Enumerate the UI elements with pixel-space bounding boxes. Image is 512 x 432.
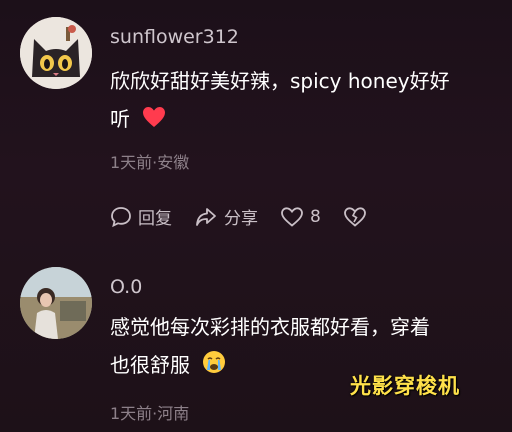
avatar[interactable] <box>20 17 92 89</box>
comment-line-text: 也很舒服 <box>110 353 190 377</box>
comment-item: O.0 感觉他每次彩排的衣服都好看，穿着 也很舒服 1天前·河南 <box>0 250 512 432</box>
like-count: 8 <box>310 206 321 227</box>
broken-heart-icon <box>343 206 366 227</box>
comment-meta: 1天前·安徽 <box>110 153 190 172</box>
like-button[interactable]: 8 <box>280 206 321 228</box>
cat-avatar-icon <box>20 17 92 89</box>
username[interactable]: O.0 <box>110 276 142 298</box>
share-label: 分享 <box>224 209 258 229</box>
watermark: 光影穿梭机 <box>350 374 460 398</box>
avatar[interactable] <box>20 267 92 339</box>
photo-avatar-icon <box>20 267 92 339</box>
comment-line: 感觉他每次彩排的衣服都好看，穿着 <box>110 315 430 339</box>
comment-item: sunflower312 欣欣好甜好美好辣，spicy honey好好 听 1天… <box>0 0 512 250</box>
comment-line: 听 <box>110 100 505 140</box>
comment-line: 欣欣好甜好美好辣，spicy honey好好 <box>110 69 450 93</box>
comment-text: 欣欣好甜好美好辣，spicy honey好好 听 <box>110 62 505 140</box>
heart-outline-icon <box>281 206 303 227</box>
reply-label: 回复 <box>138 209 172 229</box>
heart-emoji-icon <box>142 106 166 133</box>
crying-face-emoji-icon <box>202 350 226 379</box>
comment-line-text: 听 <box>110 107 130 131</box>
comment-meta: 1天前·河南 <box>110 404 190 423</box>
dislike-button[interactable] <box>343 206 373 228</box>
comment-bubble-icon <box>111 206 131 227</box>
share-button[interactable]: 分享 <box>194 204 258 229</box>
comment-actions: 回复 分享 8 <box>110 204 395 229</box>
share-arrow-icon <box>196 207 216 226</box>
username[interactable]: sunflower312 <box>110 26 239 48</box>
reply-button[interactable]: 回复 <box>110 204 172 229</box>
